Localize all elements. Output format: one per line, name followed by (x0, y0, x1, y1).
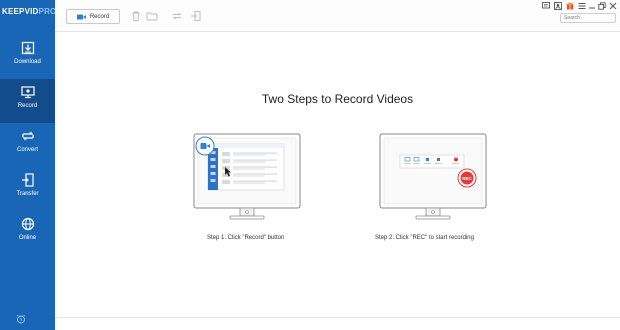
step1-illustration (193, 133, 301, 220)
sidebar-item-record[interactable]: Record (0, 79, 55, 123)
step1-caption: Step 1: Click "Record" button (207, 235, 285, 241)
register-icon[interactable] (554, 2, 562, 10)
feedback-icon[interactable] (542, 2, 550, 10)
download-icon (21, 41, 34, 55)
sidebar-item-online[interactable]: Online (0, 211, 55, 255)
logo-main-text: KEEPVID (2, 7, 39, 16)
step2-illustration: REC (379, 133, 487, 220)
sidebar-item-transfer[interactable]: Transfer (0, 167, 55, 211)
sidebar: KEEPVIDPRO Download Record Convert Trans… (0, 0, 56, 330)
menu-icon[interactable] (578, 2, 586, 10)
folder-icon[interactable] (146, 10, 158, 22)
minimize-icon[interactable] (588, 2, 596, 10)
rec-badge-text: REC (462, 176, 472, 181)
sidebar-item-label: Convert (16, 147, 38, 153)
app-logo: KEEPVIDPRO (2, 7, 56, 16)
restore-icon[interactable] (598, 2, 606, 10)
convert-icon (21, 131, 34, 141)
sidebar-item-download[interactable]: Download (0, 35, 55, 79)
gift-icon[interactable] (566, 2, 574, 10)
page-title: Two Steps to Record Videos (261, 92, 414, 106)
sidebar-item-label: Record (17, 103, 38, 109)
record-button-label: Record (89, 13, 110, 20)
transfer-icon (21, 173, 34, 187)
online-icon (21, 217, 34, 231)
toolbar: Record (55, 0, 620, 32)
sidebar-item-label: Transfer (16, 191, 39, 197)
logo-pro-text: PRO (38, 7, 57, 16)
convert-small-icon[interactable] (171, 10, 183, 22)
alarm-clock-icon[interactable] (16, 314, 26, 324)
transfer-small-icon[interactable] (190, 10, 202, 22)
sidebar-item-convert[interactable]: Convert (0, 123, 55, 167)
trash-icon[interactable] (130, 10, 142, 22)
status-bar-divider (55, 317, 620, 318)
video-camera-icon (76, 14, 86, 19)
search-input[interactable] (560, 13, 616, 23)
close-icon[interactable] (609, 2, 617, 10)
sidebar-item-label: Online (18, 235, 37, 241)
record-icon (20, 86, 35, 99)
record-button[interactable]: Record (66, 9, 120, 24)
step2-caption: Step 2: Click "REC" to start recording (375, 235, 474, 241)
sidebar-item-label: Download (14, 59, 41, 65)
